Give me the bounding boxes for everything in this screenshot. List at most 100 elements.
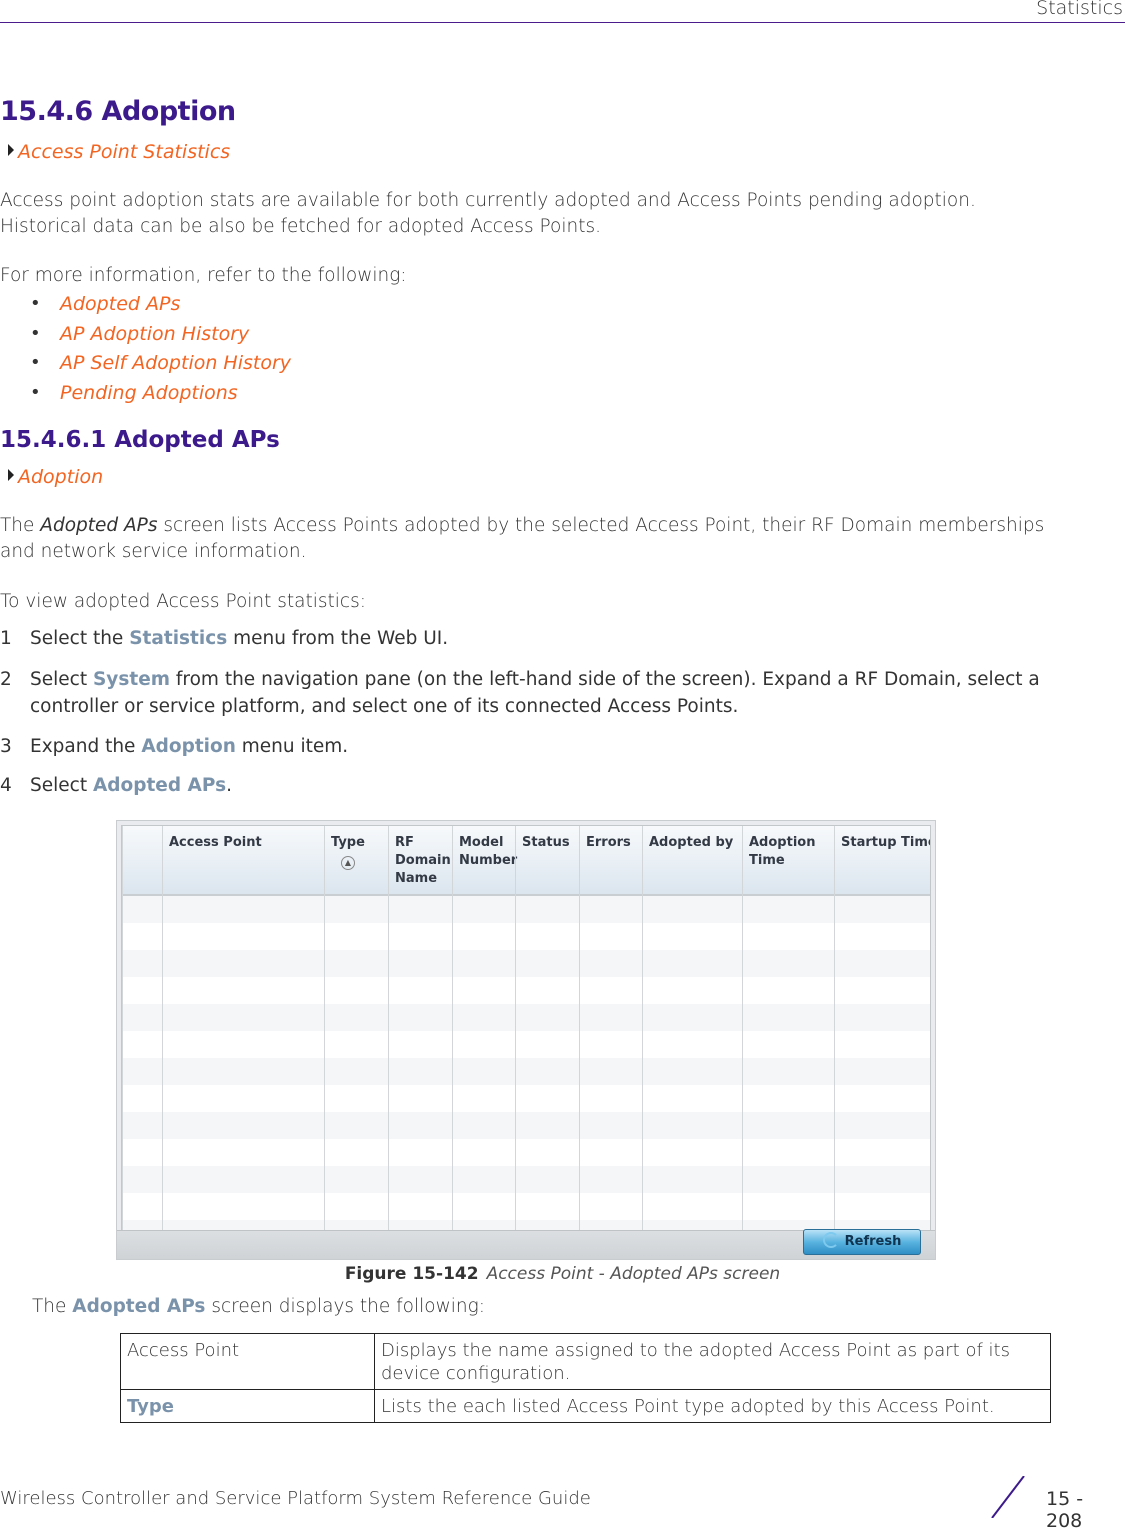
grid-column bbox=[122, 826, 123, 1234]
page-number: 15 - 208 bbox=[1046, 1488, 1084, 1532]
column-header[interactable]: Status bbox=[522, 834, 570, 852]
text: menu item. bbox=[235, 736, 349, 757]
breadcrumb-arrow-icon bbox=[8, 144, 14, 156]
description-line: and network service information. bbox=[0, 541, 307, 562]
grid-column: Access Point ▲ bbox=[162, 826, 355, 1234]
ui-term: Adopted APs bbox=[92, 775, 227, 796]
refer-text: For more information, refer to the follo… bbox=[0, 265, 407, 286]
bullet-icon: • bbox=[30, 293, 41, 314]
step-item: 4 Select Adopted APs. bbox=[0, 772, 1110, 799]
column-header[interactable]: Errors bbox=[586, 834, 631, 852]
breadcrumb-arrow-icon bbox=[8, 469, 14, 481]
ui-term: Statistics bbox=[129, 628, 228, 649]
text: Select the bbox=[30, 628, 130, 649]
bullet-icon: • bbox=[30, 352, 41, 373]
grid-row bbox=[122, 1004, 930, 1031]
grid-row bbox=[122, 1112, 930, 1139]
step-item: 1 Select the Statistics menu from the We… bbox=[0, 625, 1110, 652]
text: screen displays the following: bbox=[205, 1296, 485, 1317]
subsection-description: The Adopted APs screen lists Access Poin… bbox=[0, 513, 1120, 565]
grid-column: Errors bbox=[579, 826, 631, 1234]
figure-number: Figure 15-142 bbox=[344, 1264, 479, 1284]
breadcrumb-link[interactable]: Adoption bbox=[18, 466, 103, 488]
running-header-title: Statistics bbox=[1036, 0, 1123, 19]
intro-paragraph: Access point adoption stats are availabl… bbox=[0, 188, 1120, 240]
text: The bbox=[0, 515, 41, 536]
field-description-table: Access Point Displays the name assigned … bbox=[120, 1333, 1051, 1423]
text: . bbox=[226, 775, 232, 796]
grid-column: Adopted by bbox=[642, 826, 733, 1234]
text: Expand the bbox=[30, 736, 142, 757]
adopted-aps-grid: Access Point ▲ Type RF Domain Name Model Num… bbox=[121, 825, 931, 1235]
list-item[interactable]: • Pending Adoptions bbox=[30, 382, 291, 412]
sort-ascending-icon[interactable]: ▲ bbox=[341, 856, 355, 870]
text: controller or service platform, and sele… bbox=[30, 696, 739, 717]
intro-line: Access point adoption stats are availabl… bbox=[0, 190, 976, 211]
breadcrumb[interactable]: Access Point Statistics bbox=[8, 141, 230, 163]
text: menu from the Web UI. bbox=[227, 628, 449, 649]
grid-row bbox=[122, 1058, 930, 1085]
text: Select bbox=[30, 775, 93, 796]
field-description: Lists the each listed Access Point type … bbox=[374, 1389, 1051, 1423]
step-item: 3 Expand the Adoption menu item. bbox=[0, 733, 1110, 760]
bullet-icon: • bbox=[30, 381, 41, 403]
header-divider bbox=[0, 22, 1125, 23]
adopted-aps-screenshot: Access Point ▲ Type RF Domain Name Model Num… bbox=[116, 820, 936, 1260]
list-item[interactable]: • AP Adoption History bbox=[30, 323, 291, 353]
grid-footer-bar: Refresh bbox=[117, 1229, 935, 1259]
refresh-icon bbox=[822, 1232, 839, 1248]
ui-term: Type bbox=[127, 1396, 174, 1417]
subsection-breadcrumb[interactable]: Adoption bbox=[8, 466, 103, 488]
column-header[interactable]: Type bbox=[331, 834, 365, 852]
breadcrumb-link[interactable]: Access Point Statistics bbox=[18, 141, 230, 163]
grid-row bbox=[122, 950, 930, 977]
column-header[interactable]: Model Number bbox=[459, 834, 517, 870]
list-item[interactable]: • Adopted APs bbox=[30, 293, 291, 323]
text: Select bbox=[30, 669, 93, 690]
text: The bbox=[32, 1296, 73, 1317]
column-header[interactable]: Startup Time bbox=[841, 834, 930, 852]
field-description: Displays the name assigned to the adopte… bbox=[374, 1333, 1051, 1390]
grid-column: Status bbox=[515, 826, 570, 1234]
column-header[interactable]: RF Domain Name bbox=[395, 834, 451, 888]
step-number: 2 bbox=[0, 669, 12, 690]
link-ap-adoption-history[interactable]: AP Adoption History bbox=[60, 323, 249, 345]
ui-term: System bbox=[92, 669, 171, 690]
grid-column: Model Number bbox=[452, 826, 517, 1234]
grid-column: RF Domain Name bbox=[388, 826, 451, 1234]
field-name: Access Point bbox=[120, 1333, 375, 1390]
field-name: Type bbox=[120, 1389, 375, 1423]
link-adopted-aps[interactable]: Adopted APs bbox=[60, 293, 180, 315]
link-pending-adoptions[interactable]: Pending Adoptions bbox=[60, 382, 238, 404]
column-header[interactable]: Adopted by bbox=[649, 834, 733, 852]
related-links-list: • Adopted APs • AP Adoption History • AP Se… bbox=[30, 293, 291, 411]
step-number: 4 bbox=[0, 775, 12, 796]
step-number: 1 bbox=[0, 628, 12, 649]
text: screen lists Access Points adopted by th… bbox=[157, 515, 1045, 536]
footer-guide-title: Wireless Controller and Service Platform… bbox=[0, 1488, 591, 1509]
ui-term: Adoption bbox=[141, 736, 236, 757]
grid-row bbox=[122, 896, 930, 923]
step-number: 3 bbox=[0, 736, 12, 757]
refresh-label: Refresh bbox=[844, 1234, 902, 1249]
figure-caption: Figure 15-142 Access Point - Adopted APs … bbox=[0, 1264, 1125, 1284]
footer-slash-icon bbox=[991, 1476, 1025, 1518]
intro-line: Historical data can be also be fetched f… bbox=[0, 216, 601, 237]
displays-intro: The Adopted APs screen displays the foll… bbox=[32, 1294, 1125, 1320]
link-ap-self-adoption-history[interactable]: AP Self Adoption History bbox=[60, 352, 291, 374]
step-item: 2 Select System from the navigation pane… bbox=[0, 666, 1110, 720]
text: from the navigation pane (on the left-ha… bbox=[170, 669, 1040, 690]
bullet-icon: • bbox=[30, 322, 41, 344]
table-row: Access Point Displays the name assigned … bbox=[120, 1333, 1051, 1390]
section-heading: 15.4.6 Adoption bbox=[0, 96, 236, 127]
column-header[interactable]: Access Point bbox=[169, 834, 262, 852]
column-header[interactable]: Adoption Time bbox=[749, 834, 815, 870]
ui-term: Adopted APs bbox=[72, 1296, 206, 1317]
refresh-button[interactable]: Refresh bbox=[803, 1229, 921, 1255]
steps-intro: To view adopted Access Point statistics: bbox=[0, 591, 366, 612]
table-row: Type Lists the each listed Access Point … bbox=[120, 1389, 1051, 1423]
subsection-heading: 15.4.6.1 Adopted APs bbox=[0, 427, 280, 453]
list-item[interactable]: • AP Self Adoption History bbox=[30, 352, 291, 382]
grid-column: Type bbox=[324, 826, 365, 1234]
grid-column: Adoption Time bbox=[742, 826, 815, 1234]
